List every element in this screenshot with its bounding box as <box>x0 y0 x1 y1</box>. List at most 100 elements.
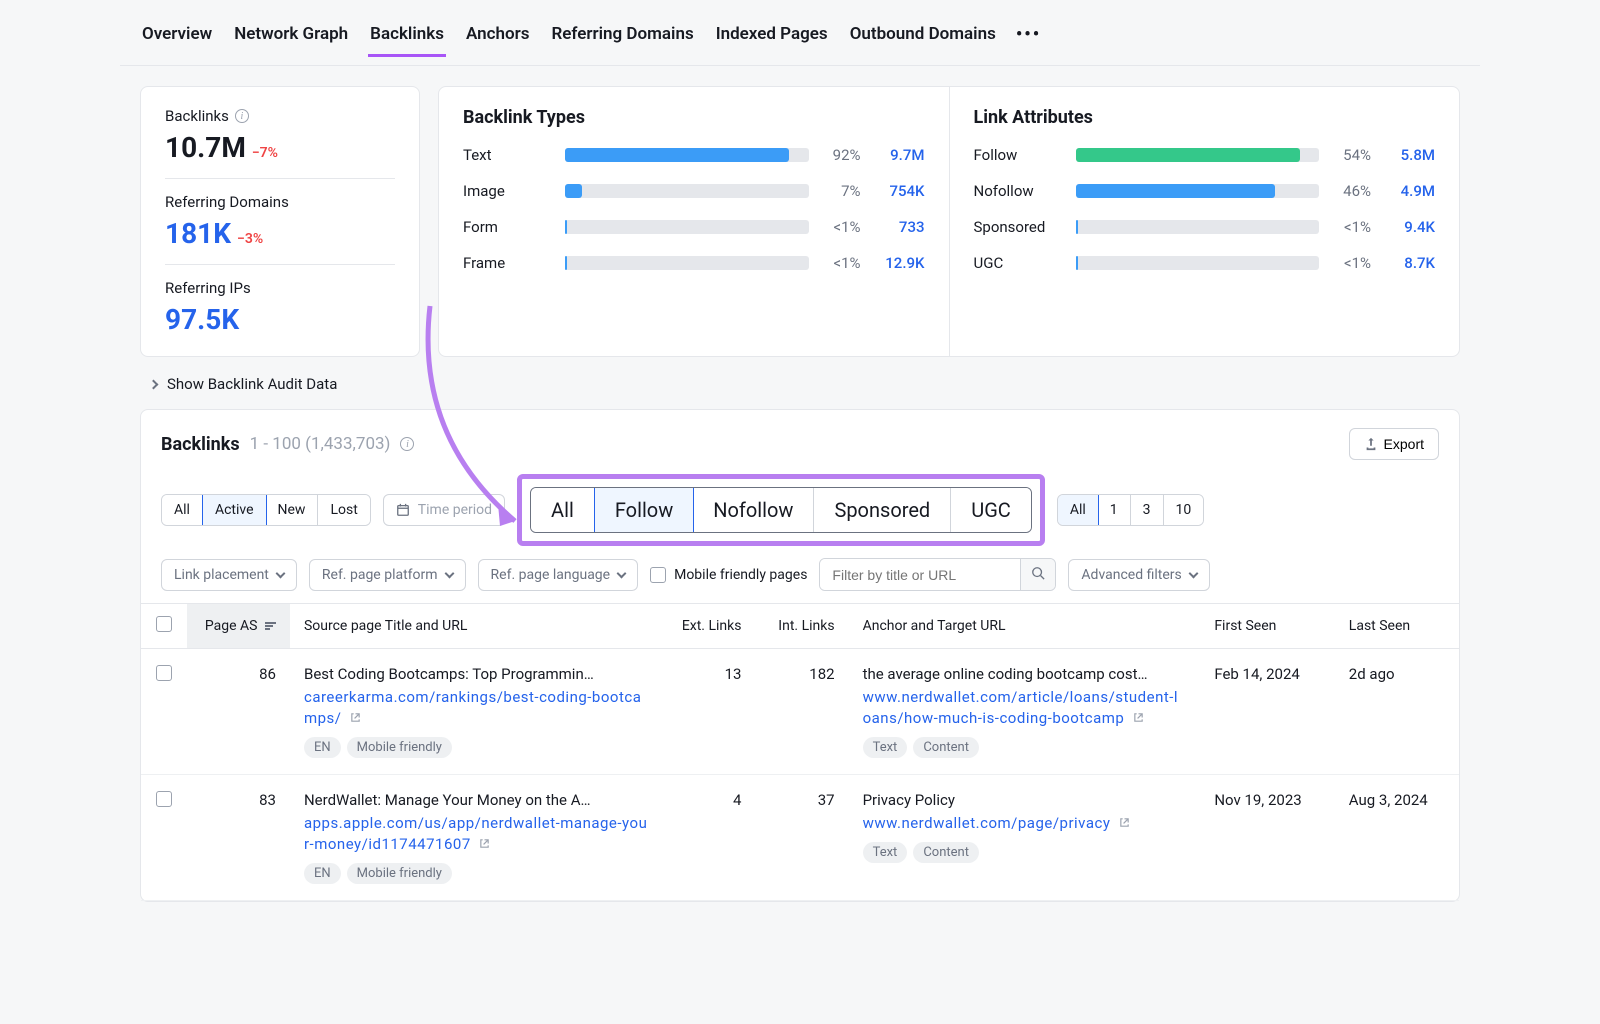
ref-page-language-dropdown[interactable]: Ref. page language <box>478 559 639 591</box>
mobile-friendly-checkbox[interactable]: Mobile friendly pages <box>650 567 807 583</box>
bar-label: Text <box>463 146 553 164</box>
cell-last-seen: 2d ago <box>1335 649 1459 775</box>
tab-network-graph[interactable]: Network Graph <box>232 18 350 57</box>
backlinks-table-section: Backlinks 1 - 100 (1,433,703) i Export A… <box>140 409 1460 902</box>
bar-count[interactable]: 8.7K <box>1383 254 1435 272</box>
calendar-icon <box>396 503 410 517</box>
bar-row: UGC <1% 8.7K <box>974 254 1436 272</box>
link-attribute-filter: All Follow Nofollow Sponsored UGC <box>530 487 1032 533</box>
backlinks-label: Backlinks <box>165 107 229 125</box>
bar-row: Frame <1% 12.9K <box>463 254 925 272</box>
status-lost[interactable]: Lost <box>318 495 369 525</box>
bar-percent: <1% <box>1331 254 1371 272</box>
bar-row: Nofollow 46% 4.9M <box>974 182 1436 200</box>
summary-card: Backlinksi 10.7M−7% Referring Domains 18… <box>140 86 420 357</box>
status-all[interactable]: All <box>162 495 203 525</box>
external-link-icon <box>1133 712 1144 723</box>
refdomains-value[interactable]: 181K <box>165 217 231 250</box>
status-new[interactable]: New <box>266 495 319 525</box>
bar-row: Image 7% 754K <box>463 182 925 200</box>
external-link-icon <box>350 712 361 723</box>
col-page-as[interactable]: Page AS <box>187 604 290 649</box>
tag-pill: EN <box>304 737 341 758</box>
cell-int-links: 37 <box>755 775 848 901</box>
tab-backlinks[interactable]: Backlinks <box>368 18 446 57</box>
table-row: 83 NerdWallet: Manage Your Money on the … <box>141 775 1459 901</box>
col-anchor[interactable]: Anchor and Target URL <box>849 604 1201 649</box>
col-source[interactable]: Source page Title and URL <box>290 604 662 649</box>
search-button[interactable] <box>1020 559 1055 590</box>
perpage-all[interactable]: All <box>1057 494 1099 526</box>
link-placement-dropdown[interactable]: Link placement <box>161 559 297 591</box>
tab-outbound-domains[interactable]: Outbound Domains <box>848 18 998 57</box>
target-url[interactable]: www.nerdwallet.com/page/privacy <box>863 813 1187 834</box>
backlinks-delta: −7% <box>252 145 278 161</box>
col-first-seen[interactable]: First Seen <box>1200 604 1334 649</box>
tab-indexed-pages[interactable]: Indexed Pages <box>714 18 830 57</box>
cell-last-seen: Aug 3, 2024 <box>1335 775 1459 901</box>
bar-count[interactable]: 733 <box>873 218 925 236</box>
bar-row: Text 92% 9.7M <box>463 146 925 164</box>
ref-page-platform-dropdown[interactable]: Ref. page platform <box>309 559 466 591</box>
sort-icon <box>265 622 276 630</box>
attr-sponsored[interactable]: Sponsored <box>814 488 951 532</box>
perpage-3[interactable]: 3 <box>1131 495 1164 525</box>
bar-track <box>1076 220 1320 234</box>
bar-track <box>1076 184 1320 198</box>
bar-label: Sponsored <box>974 218 1064 236</box>
section-range: 1 - 100 (1,433,703) <box>250 434 391 454</box>
attr-follow[interactable]: Follow <box>594 487 694 533</box>
refips-value[interactable]: 97.5K <box>165 303 239 336</box>
links-per-page-filter: All 1 3 10 <box>1057 494 1204 526</box>
status-active[interactable]: Active <box>202 494 267 526</box>
info-icon[interactable]: i <box>400 437 414 451</box>
col-int-links[interactable]: Int. Links <box>755 604 848 649</box>
advanced-filters-dropdown[interactable]: Advanced filters <box>1068 559 1209 591</box>
attr-nofollow[interactable]: Nofollow <box>693 488 814 532</box>
refdomains-label: Referring Domains <box>165 193 289 211</box>
bar-track <box>565 184 809 198</box>
attr-ugc[interactable]: UGC <box>951 488 1031 532</box>
backlinks-table: Page AS Source page Title and URL Ext. L… <box>141 603 1459 901</box>
row-checkbox[interactable] <box>156 791 172 807</box>
row-checkbox[interactable] <box>156 665 172 681</box>
col-ext-links[interactable]: Ext. Links <box>662 604 755 649</box>
show-backlink-audit-toggle[interactable]: Show Backlink Audit Data <box>120 367 1480 409</box>
tag-pill: Mobile friendly <box>347 737 452 758</box>
bar-track <box>565 220 809 234</box>
bar-count[interactable]: 5.8M <box>1383 146 1435 164</box>
perpage-10[interactable]: 10 <box>1164 495 1204 525</box>
tab-referring-domains[interactable]: Referring Domains <box>549 18 695 57</box>
nav-more-icon[interactable]: ••• <box>1016 18 1041 57</box>
refips-label: Referring IPs <box>165 279 251 297</box>
cell-ext-links: 4 <box>662 775 755 901</box>
bar-count[interactable]: 4.9M <box>1383 182 1435 200</box>
info-icon[interactable]: i <box>235 109 249 123</box>
attr-all[interactable]: All <box>531 488 595 532</box>
bar-count[interactable]: 754K <box>873 182 925 200</box>
bar-row: Form <1% 733 <box>463 218 925 236</box>
select-all-checkbox[interactable] <box>156 616 172 632</box>
filter-search-input[interactable] <box>820 559 1020 590</box>
time-period-picker[interactable]: Time period <box>383 494 505 526</box>
source-title: NerdWallet: Manage Your Money on the A… <box>304 791 648 809</box>
tab-overview[interactable]: Overview <box>140 18 214 57</box>
external-link-icon <box>1119 817 1130 828</box>
source-url[interactable]: careerkarma.com/rankings/best-coding-boo… <box>304 687 648 729</box>
col-last-seen[interactable]: Last Seen <box>1335 604 1459 649</box>
target-url[interactable]: www.nerdwallet.com/article/loans/student… <box>863 687 1187 729</box>
cell-page-as: 83 <box>187 775 290 901</box>
bar-label: UGC <box>974 254 1064 272</box>
bar-label: Image <box>463 182 553 200</box>
search-icon <box>1031 566 1045 580</box>
source-url[interactable]: apps.apple.com/us/app/nerdwallet-manage-… <box>304 813 648 855</box>
tab-anchors[interactable]: Anchors <box>464 18 531 57</box>
bar-count[interactable]: 9.7M <box>873 146 925 164</box>
anchor-text: Privacy Policy <box>863 791 1187 809</box>
bar-count[interactable]: 9.4K <box>1383 218 1435 236</box>
bar-count[interactable]: 12.9K <box>873 254 925 272</box>
export-button[interactable]: Export <box>1349 428 1439 460</box>
refdomains-delta: −3% <box>237 231 263 247</box>
perpage-1[interactable]: 1 <box>1098 495 1131 525</box>
chevron-right-icon <box>149 379 159 389</box>
